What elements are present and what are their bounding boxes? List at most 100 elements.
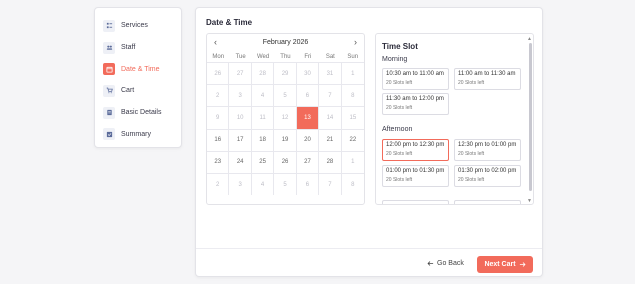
calendar-day: 8	[351, 181, 355, 188]
calendar-week-row: 23 24 25 26 27 28 1	[207, 150, 364, 173]
calendar-day: 4	[252, 85, 275, 107]
time-slot-option-partial[interactable]	[382, 200, 449, 204]
time-slot-option[interactable]: 10:30 am to 11:00 am 20 Slots left	[382, 68, 449, 90]
calendar-day[interactable]: 21	[319, 129, 342, 151]
calendar-day: 9	[207, 107, 230, 129]
calendar-day: 6	[297, 173, 320, 196]
calendar-day: 14	[319, 107, 342, 129]
time-slot-scrollbar[interactable]: ▲ ▼	[527, 36, 532, 204]
calendar-week-row: 26 27 28 29 30 31 1	[207, 62, 364, 85]
calendar-day: 5	[274, 173, 297, 196]
scroll-up-arrow-icon[interactable]: ▲	[527, 36, 532, 42]
time-slot-panel: Time Slot Morning 10:30 am to 11:00 am 2…	[375, 33, 534, 205]
booking-panel: Date & Time ‹ February 2026 › Mon Tue We…	[195, 7, 543, 277]
weekday-label: Sun	[347, 53, 359, 60]
calendar-day: 1	[351, 159, 355, 166]
weekday-label: Sat	[325, 53, 335, 60]
slot-time: 11:00 am to 11:30 am	[458, 71, 516, 77]
steps-sidebar: Services Staff Date & Time Cart Basic De…	[94, 7, 182, 148]
slot-availability: 20 Slots left	[458, 150, 485, 157]
time-slot-option-selected[interactable]: 12:00 pm to 12:30 pm 20 Slots left	[382, 139, 449, 161]
summary-icon	[103, 128, 115, 141]
calendar-day: 15	[349, 114, 357, 121]
chevron-left-icon[interactable]: ‹	[214, 38, 217, 47]
sidebar-item-summary[interactable]: Summary	[103, 123, 181, 145]
time-slot-option[interactable]: 01:30 pm to 02:00 pm 20 Slots left	[454, 165, 521, 187]
calendar-day: 8	[351, 92, 355, 99]
calendar-day: 31	[319, 63, 342, 85]
time-slot-option[interactable]: 12:30 pm to 01:00 pm 20 Slots left	[454, 139, 521, 161]
calendar-day[interactable]: 19	[274, 129, 297, 151]
calendar-day: 2	[207, 85, 230, 107]
sidebar-item-label: Cart	[121, 87, 135, 95]
scroll-down-arrow-icon[interactable]: ▼	[527, 198, 532, 204]
calendar-week-row: 16 17 18 19 20 21 22	[207, 128, 364, 151]
sidebar-item-services[interactable]: Services	[103, 15, 181, 37]
calendar-month-label: February 2026	[262, 39, 309, 46]
calendar-day: 11	[252, 107, 275, 129]
calendar-day[interactable]: 24	[229, 151, 252, 173]
calendar-day: 4	[252, 173, 275, 196]
slot-time: 11:30 am to 12:00 pm	[386, 96, 444, 102]
calendar-day[interactable]: 23	[207, 151, 230, 173]
calendar-day[interactable]: 25	[252, 151, 275, 173]
time-slot-option[interactable]: 11:00 am to 11:30 am 20 Slots left	[454, 68, 521, 90]
go-back-button[interactable]: Go Back	[427, 260, 464, 267]
time-slot-title: Time Slot	[382, 42, 418, 51]
slot-time: 01:30 pm to 02:00 pm	[458, 168, 517, 174]
date-picker: ‹ February 2026 › Mon Tue Wed Thu Fri Sa…	[206, 33, 365, 205]
calendar-day: 29	[274, 63, 297, 85]
slot-time: 12:30 pm to 01:00 pm	[458, 142, 517, 148]
sidebar-item-label: Summary	[121, 130, 151, 138]
sidebar-item-date-time[interactable]: Date & Time	[103, 58, 181, 80]
calendar-day[interactable]: 26	[274, 151, 297, 173]
calendar-day[interactable]: 27	[297, 151, 320, 173]
sidebar-item-label: Basic Details	[121, 109, 162, 117]
calendar-day-selected[interactable]: 13	[296, 107, 320, 129]
calendar-week-row: 2 3 4 5 6 7 8	[207, 172, 364, 196]
calendar-day: 10	[229, 107, 252, 129]
calendar-day: 7	[319, 85, 342, 107]
chevron-right-icon[interactable]: ›	[354, 38, 357, 47]
weekday-label: Fri	[304, 53, 312, 60]
slot-time: 12:00 pm to 12:30 pm	[386, 142, 445, 148]
next-cart-button[interactable]: Next Cart	[477, 256, 533, 273]
calendar-day[interactable]: 20	[297, 129, 320, 151]
calendar-day: 26	[207, 63, 230, 85]
calendar-day: 6	[297, 85, 320, 107]
slot-time: 01:00 pm to 01:30 pm	[386, 168, 445, 174]
sidebar-item-label: Staff	[121, 44, 136, 52]
footer-divider	[196, 248, 542, 249]
sidebar-item-staff[interactable]: Staff	[103, 37, 181, 59]
calendar-day[interactable]: 16	[207, 129, 230, 151]
services-icon	[103, 19, 115, 32]
calendar-day: 2	[207, 173, 230, 196]
sidebar-item-label: Services	[121, 22, 148, 30]
time-slot-option-partial[interactable]	[454, 200, 521, 204]
time-slot-option[interactable]: 01:00 pm to 01:30 pm 20 Slots left	[382, 165, 449, 187]
calendar-day[interactable]: 17	[229, 129, 252, 151]
scrollbar-thumb[interactable]	[529, 43, 532, 191]
calendar-day[interactable]: 22	[342, 130, 364, 151]
calendar-day[interactable]: 18	[252, 129, 275, 151]
sidebar-item-label: Date & Time	[121, 65, 160, 73]
calendar-day: 5	[274, 85, 297, 107]
weekday-label: Thu	[280, 53, 291, 60]
calendar-day: 7	[319, 173, 342, 196]
time-slot-option[interactable]: 11:30 am to 12:00 pm 20 Slots left	[382, 93, 449, 115]
arrow-right-icon	[519, 262, 526, 267]
sidebar-item-basic-details[interactable]: Basic Details	[103, 102, 181, 124]
sidebar-item-cart[interactable]: Cart	[103, 80, 181, 102]
weekday-label: Mon	[212, 53, 225, 60]
slot-availability: 20 Slots left	[458, 176, 485, 183]
calendar-week-row: 9 10 11 12 13 14 15	[207, 106, 364, 129]
slot-availability: 20 Slots left	[386, 104, 413, 111]
weekday-header-row: Mon Tue Wed Thu Fri Sat Sun	[207, 51, 364, 62]
calendar-week-row: 2 3 4 5 6 7 8	[207, 84, 364, 107]
calendar-day[interactable]: 28	[319, 151, 342, 173]
staff-icon	[103, 41, 115, 54]
weekday-label: Wed	[256, 53, 270, 60]
morning-label: Morning	[382, 56, 408, 63]
calendar-day: 27	[229, 63, 252, 85]
slot-availability: 20 Slots left	[386, 150, 413, 157]
